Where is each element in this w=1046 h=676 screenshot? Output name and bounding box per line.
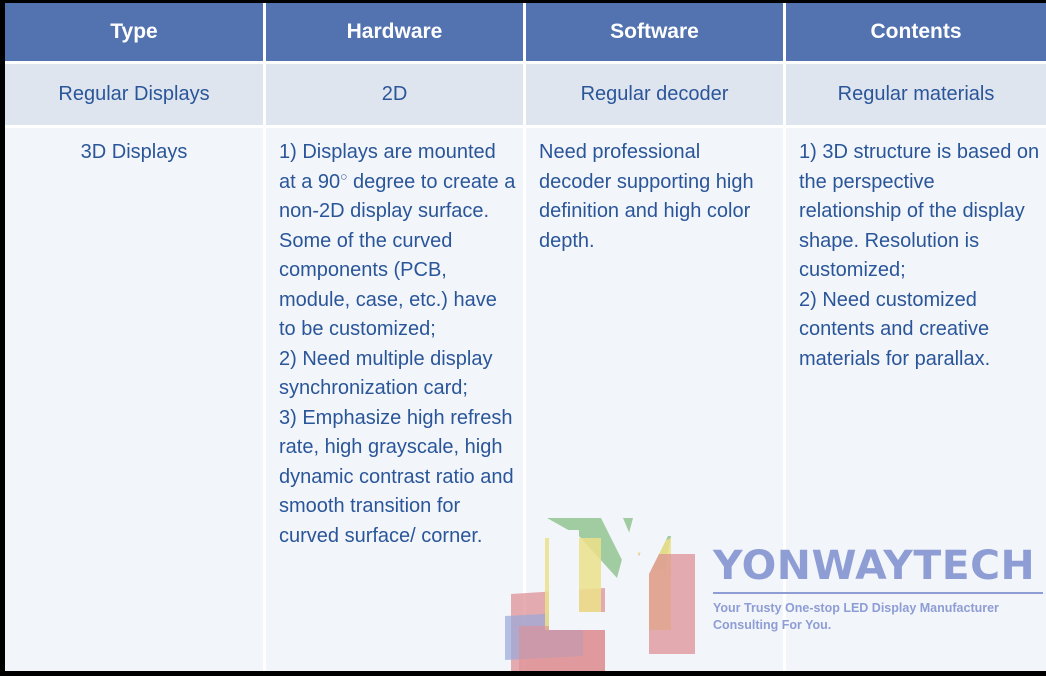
cell-regular-software: Regular decoder (526, 64, 786, 128)
header-row: Type Hardware Software Contents (5, 3, 1046, 64)
table-header: Type Hardware Software Contents (5, 3, 1046, 64)
column-header-software: Software (526, 3, 786, 64)
slide-canvas: Type Hardware Software Contents Regular … (0, 0, 1046, 676)
cell-3d-hardware: 1) Displays are mounted at a 90○ degree … (266, 128, 526, 671)
table-row-regular-displays: Regular Displays 2D Regular decoder Regu… (5, 64, 1046, 128)
cell-3d-type: 3D Displays (5, 128, 266, 671)
hardware-text-part2: degree to create a non-2D display surfac… (279, 170, 516, 547)
cell-regular-type: Regular Displays (5, 64, 266, 128)
table-body: Regular Displays 2D Regular decoder Regu… (5, 64, 1046, 671)
cell-regular-contents: Regular materials (786, 64, 1046, 128)
column-header-contents: Contents (786, 3, 1046, 64)
column-header-hardware: Hardware (266, 3, 526, 64)
table-row-3d-displays: 3D Displays 1) Displays are mounted at a… (5, 128, 1046, 671)
cell-regular-hardware: 2D (266, 64, 526, 128)
cell-3d-contents: 1) 3D structure is based on the perspect… (786, 128, 1046, 671)
table-container: Type Hardware Software Contents Regular … (5, 3, 1046, 671)
cell-3d-software: Need professional decoder supporting hig… (526, 128, 786, 671)
comparison-table: Type Hardware Software Contents Regular … (5, 3, 1046, 671)
column-header-type: Type (5, 3, 266, 64)
